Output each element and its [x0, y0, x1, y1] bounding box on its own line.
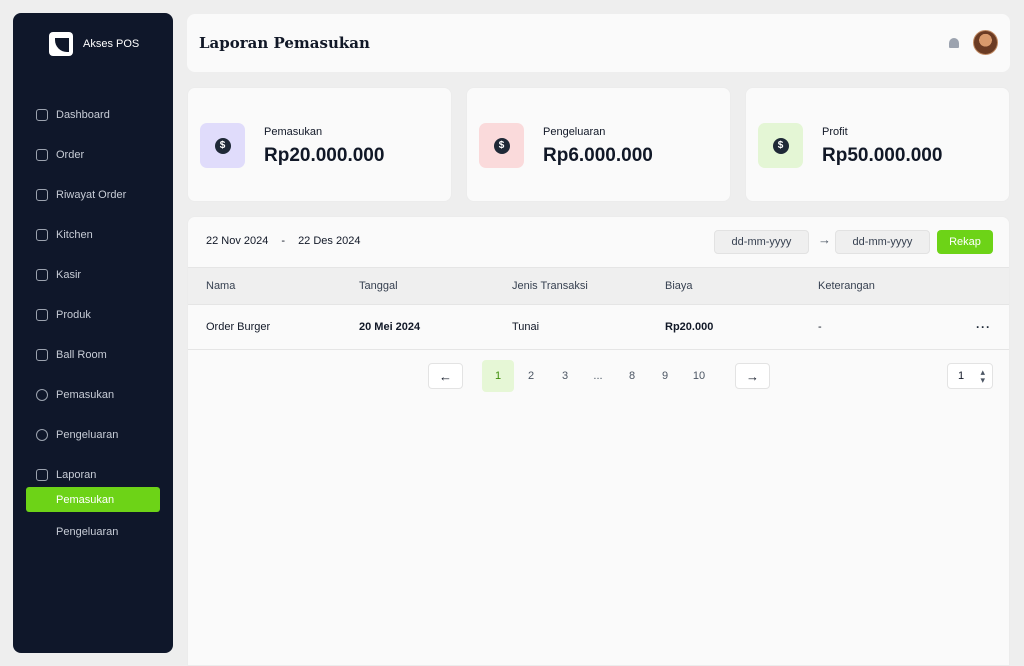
sidebar-item-ball-room[interactable]: Ball Room — [13, 335, 173, 375]
bell-icon[interactable] — [949, 38, 959, 48]
sidebar: Akses POS Dashboard Order Riwayat Order … — [13, 13, 173, 653]
prev-page-button[interactable]: ← — [428, 363, 463, 389]
table-row[interactable]: Order Burger 20 Mei 2024 Tunai Rp20.000 … — [188, 305, 1009, 350]
card-label: Pemasukan — [264, 126, 323, 138]
card-label: Profit — [822, 126, 848, 138]
sidebar-item-label: Order — [56, 149, 85, 161]
sidebar-item-pemasukan[interactable]: Pemasukan — [13, 375, 173, 415]
cell-tanggal: 20 Mei 2024 — [359, 321, 421, 333]
cell-jenis-transaksi: Tunai — [512, 321, 540, 333]
brand[interactable]: Akses POS — [49, 32, 139, 56]
cart-icon — [36, 149, 48, 161]
summary-card-pengeluaran: $ Pengeluaran Rp6.000.000 — [466, 87, 731, 202]
sidebar-nav: Dashboard Order Riwayat Order Kitchen Ka… — [13, 95, 173, 495]
sidebar-item-order[interactable]: Order — [13, 135, 173, 175]
range-separator: - — [281, 235, 286, 247]
dollar-coin-icon: $ — [772, 137, 789, 154]
product-icon — [36, 309, 48, 321]
more-options-icon[interactable]: ··· — [976, 305, 991, 349]
report-panel: 22 Nov 2024 - 22 Des 2024 dd-mm-yyyy → d… — [187, 216, 1010, 666]
income-icon — [36, 389, 48, 401]
brand-name: Akses POS — [83, 38, 140, 50]
next-page-button[interactable]: → — [735, 363, 770, 389]
column-header: Tanggal — [359, 280, 398, 292]
report-icon — [36, 469, 48, 481]
logo-icon — [49, 32, 73, 56]
column-header: Nama — [206, 280, 236, 292]
page-button[interactable]: 2 — [515, 360, 547, 392]
date-from-input[interactable]: dd-mm-yyyy — [714, 230, 809, 254]
sidebar-subitem-pengeluaran[interactable]: Pengeluaran — [26, 519, 160, 544]
page-ellipsis: ... — [593, 370, 603, 382]
card-value: Rp6.000.000 — [543, 145, 653, 166]
sidebar-item-produk[interactable]: Produk — [13, 295, 173, 335]
summary-card-profit: $ Profit Rp50.000.000 — [745, 87, 1010, 202]
card-label: Pengeluaran — [543, 126, 606, 138]
rekap-button[interactable]: Rekap — [937, 230, 993, 254]
page-button[interactable]: 8 — [616, 360, 648, 392]
sidebar-item-label: Laporan — [56, 469, 97, 481]
chevron-updown-icon: ▴ ▾ — [980, 367, 985, 385]
range-start: 22 Nov 2024 — [206, 235, 269, 247]
card-icon-box: $ — [200, 123, 245, 168]
calendar-icon — [36, 349, 48, 361]
arrow-right-icon: → — [818, 232, 831, 247]
sidebar-item-kitchen[interactable]: Kitchen — [13, 215, 173, 255]
expense-icon — [36, 429, 48, 441]
sidebar-item-dashboard[interactable]: Dashboard — [13, 95, 173, 135]
page-button[interactable]: 10 — [683, 360, 715, 392]
card-value: Rp20.000.000 — [264, 145, 385, 166]
sidebar-item-label: Pengeluaran — [56, 429, 119, 441]
history-icon — [36, 189, 48, 201]
date-range: 22 Nov 2024 - 22 Des 2024 — [206, 235, 360, 247]
sidebar-item-label: Pemasukan — [56, 389, 115, 401]
avatar[interactable] — [973, 30, 998, 55]
summary-card-pemasukan: $ Pemasukan Rp20.000.000 — [187, 87, 452, 202]
kitchen-icon — [36, 229, 48, 241]
column-header: Biaya — [665, 280, 693, 292]
expense-coin-icon: $ — [493, 137, 510, 154]
card-icon-box: $ — [479, 123, 524, 168]
per-page-select[interactable]: 1 ▴ ▾ — [947, 363, 993, 389]
sidebar-item-label: Produk — [56, 309, 91, 321]
cell-nama: Order Burger — [206, 321, 271, 333]
sidebar-item-label: Kasir — [56, 269, 82, 281]
page-title: Laporan Pemasukan — [199, 34, 370, 52]
per-page-value: 1 — [958, 370, 965, 382]
income-coin-icon: $ — [214, 137, 231, 154]
sidebar-item-label: Riwayat Order — [56, 189, 127, 201]
table-header: Nama Tanggal Jenis Transaksi Biaya Keter… — [188, 267, 1009, 305]
sidebar-item-label: Ball Room — [56, 349, 107, 361]
cell-biaya: Rp20.000 — [665, 321, 714, 333]
sidebar-item-label: Kitchen — [56, 229, 93, 241]
header-bar: Laporan Pemasukan — [187, 14, 1010, 72]
range-end: 22 Des 2024 — [298, 235, 361, 247]
page-button[interactable]: 1 — [482, 360, 514, 392]
column-header: Keterangan — [818, 280, 875, 292]
home-icon — [36, 109, 48, 121]
sidebar-item-label: Dashboard — [56, 109, 110, 121]
date-to-input[interactable]: dd-mm-yyyy — [835, 230, 930, 254]
sidebar-item-pengeluaran[interactable]: Pengeluaran — [13, 415, 173, 455]
page-button[interactable]: 9 — [649, 360, 681, 392]
cashier-icon — [36, 269, 48, 281]
sidebar-item-riwayat-order[interactable]: Riwayat Order — [13, 175, 173, 215]
column-header: Jenis Transaksi — [512, 280, 588, 292]
page-button[interactable]: 3 — [549, 360, 581, 392]
card-value: Rp50.000.000 — [822, 145, 943, 166]
sidebar-item-kasir[interactable]: Kasir — [13, 255, 173, 295]
sidebar-subitem-pemasukan[interactable]: Pemasukan — [26, 487, 160, 512]
card-icon-box: $ — [758, 123, 803, 168]
cell-keterangan: - — [818, 321, 822, 333]
